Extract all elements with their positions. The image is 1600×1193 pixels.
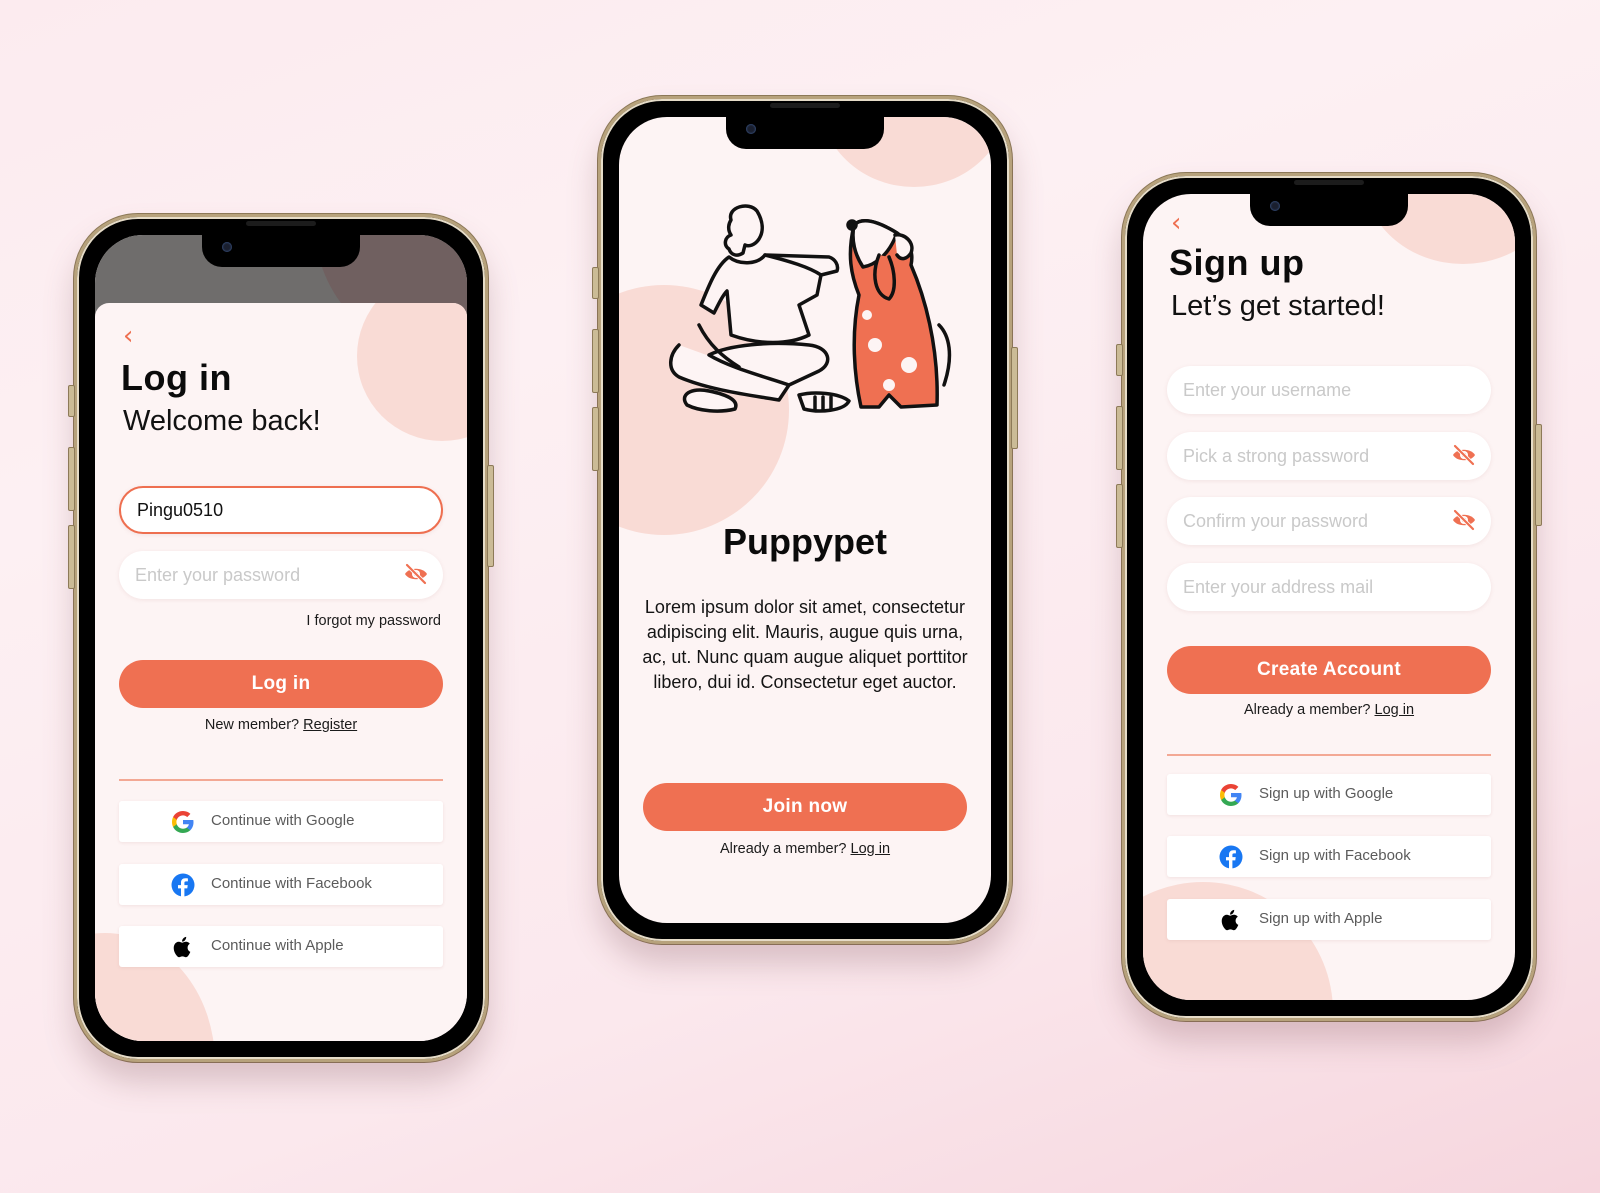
volume-down-button bbox=[592, 407, 599, 471]
password-placeholder: Enter your password bbox=[135, 564, 301, 585]
login-prompt: Already a member? Log in bbox=[1243, 702, 1415, 718]
apple-signup-button[interactable]: Sign up with Apple bbox=[1167, 899, 1491, 940]
volume-up-button bbox=[592, 329, 599, 393]
app-description: Lorem ipsum dolor sit amet, consectetur … bbox=[642, 597, 968, 692]
facebook-icon bbox=[171, 873, 195, 897]
facebook-signup-button[interactable]: Sign up with Facebook bbox=[1167, 836, 1491, 877]
signup-screen: ‹ Sign up Let’s get started! Enter your … bbox=[1143, 194, 1515, 1000]
app-title: Puppypet bbox=[722, 521, 887, 562]
person-petting-dog-illustration bbox=[669, 204, 952, 413]
login-sheet: ‹ Log in Welcome back! Pingu0510 Enter y… bbox=[95, 303, 467, 1041]
apple-icon bbox=[171, 935, 195, 959]
facebook-login-button[interactable]: Continue with Facebook bbox=[119, 864, 443, 905]
notch bbox=[1250, 194, 1408, 226]
volume-down-button bbox=[1116, 484, 1123, 548]
username-input[interactable]: Pingu0510 bbox=[119, 486, 443, 534]
notch bbox=[202, 235, 360, 267]
camera-icon bbox=[222, 242, 232, 252]
mute-switch bbox=[68, 385, 75, 417]
join-now-button[interactable]: Join now bbox=[643, 783, 967, 831]
phone-welcome: Puppypet Lorem ipsum dolor sit amet, con… bbox=[592, 96, 1018, 944]
apple-icon bbox=[1219, 908, 1243, 932]
google-login-button[interactable]: Continue with Google bbox=[119, 801, 443, 842]
login-button[interactable]: Log in bbox=[119, 660, 443, 708]
mute-switch bbox=[1116, 344, 1123, 376]
notch bbox=[726, 117, 884, 149]
page-title: Log in bbox=[121, 357, 232, 398]
login-prompt: Already a member? Log in bbox=[719, 841, 891, 857]
login-link[interactable]: Log in bbox=[851, 841, 891, 857]
login-link[interactable]: Log in bbox=[1375, 702, 1415, 718]
eye-off-icon[interactable] bbox=[403, 563, 429, 585]
power-button bbox=[1011, 347, 1018, 449]
confirm-password-input[interactable]: Confirm your password bbox=[1167, 497, 1491, 545]
page-title: Sign up bbox=[1169, 242, 1305, 283]
divider bbox=[119, 779, 443, 781]
decor-blob bbox=[357, 303, 467, 441]
welcome-screen: Puppypet Lorem ipsum dolor sit amet, con… bbox=[619, 117, 991, 923]
back-button[interactable]: ‹ bbox=[1171, 210, 1181, 236]
register-prompt: New member? Register bbox=[204, 717, 358, 733]
password-input[interactable]: Pick a strong password bbox=[1167, 432, 1491, 480]
google-icon bbox=[1219, 783, 1243, 807]
speaker-grille bbox=[1294, 180, 1364, 185]
login-screen: ‹ Log in Welcome back! Pingu0510 Enter y… bbox=[95, 235, 467, 1041]
chevron-left-icon: ‹ bbox=[123, 321, 134, 351]
email-input[interactable]: Enter your address mail bbox=[1167, 563, 1491, 611]
forgot-password-link[interactable]: I forgot my password bbox=[306, 613, 441, 629]
google-signup-button[interactable]: Sign up with Google bbox=[1167, 774, 1491, 815]
power-button bbox=[487, 465, 494, 567]
username-input[interactable]: Enter your username bbox=[1167, 366, 1491, 414]
power-button bbox=[1535, 424, 1542, 526]
password-input[interactable]: Enter your password bbox=[119, 551, 443, 599]
phone-login: ‹ Log in Welcome back! Pingu0510 Enter y… bbox=[68, 214, 494, 1062]
eye-off-icon[interactable] bbox=[1451, 444, 1477, 466]
camera-icon bbox=[1270, 201, 1280, 211]
speaker-grille bbox=[770, 103, 840, 108]
register-link[interactable]: Register bbox=[303, 717, 357, 733]
page-subtitle: Let’s get started! bbox=[1171, 290, 1385, 322]
eye-off-icon[interactable] bbox=[1451, 509, 1477, 531]
volume-up-button bbox=[68, 447, 75, 511]
volume-down-button bbox=[68, 525, 75, 589]
divider bbox=[1167, 754, 1491, 756]
chevron-left-icon: ‹ bbox=[1171, 208, 1182, 238]
speaker-grille bbox=[246, 221, 316, 226]
page-subtitle: Welcome back! bbox=[123, 405, 321, 437]
username-value: Pingu0510 bbox=[137, 499, 224, 520]
back-button[interactable]: ‹ bbox=[123, 323, 133, 349]
create-account-button[interactable]: Create Account bbox=[1167, 646, 1491, 694]
apple-login-button[interactable]: Continue with Apple bbox=[119, 926, 443, 967]
phone-signup: ‹ Sign up Let’s get started! Enter your … bbox=[1116, 173, 1542, 1021]
volume-up-button bbox=[1116, 406, 1123, 470]
facebook-icon bbox=[1219, 845, 1243, 869]
google-icon bbox=[171, 810, 195, 834]
mute-switch bbox=[592, 267, 599, 299]
camera-icon bbox=[746, 124, 756, 134]
